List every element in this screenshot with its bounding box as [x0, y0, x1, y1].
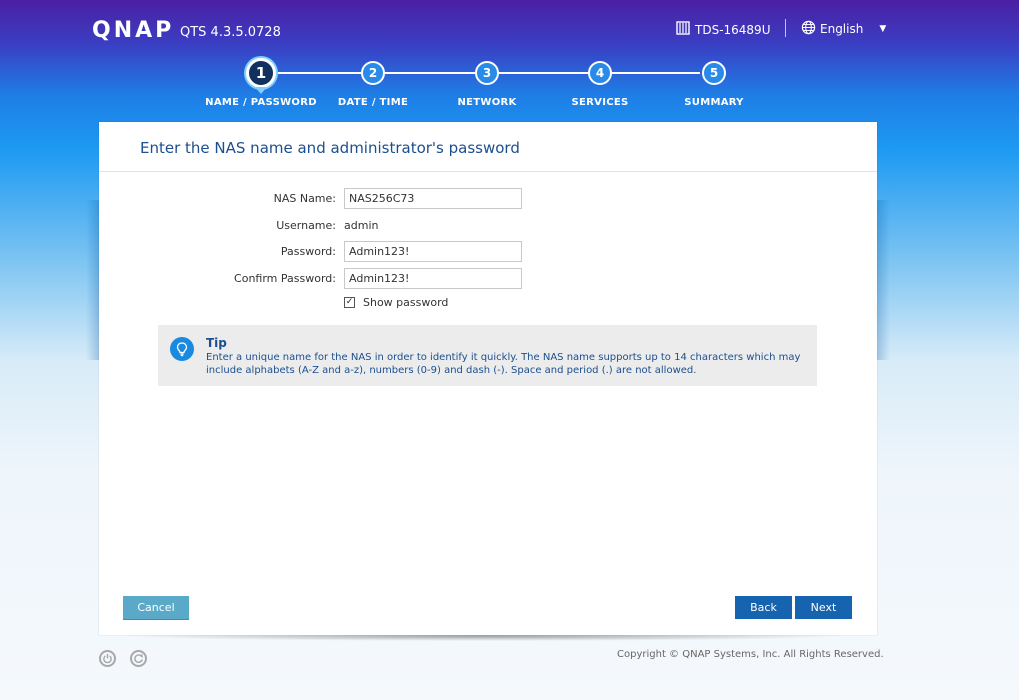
username-row: Username: admin [99, 214, 877, 236]
language-label: English [820, 22, 864, 36]
step-pointer-icon [255, 87, 267, 94]
step-network: 3 NETWORK [427, 61, 547, 108]
nas-name-row: NAS Name: [99, 187, 877, 209]
panel-side-shadow-left [86, 200, 99, 360]
cancel-button[interactable]: Cancel [123, 596, 189, 619]
step-number: 2 [361, 61, 385, 85]
nas-name-label: NAS Name: [273, 191, 336, 205]
tip-title: Tip [206, 336, 227, 350]
step-label: DATE / TIME [337, 97, 409, 108]
step-name-password: 1 NAME / PASSWORD [201, 58, 321, 108]
username-value: admin [344, 218, 379, 232]
step-label: NETWORK [457, 97, 517, 108]
nas-name-input[interactable] [344, 187, 522, 209]
copyright-text: Copyright © QNAP Systems, Inc. All Right… [617, 649, 884, 660]
refresh-icon[interactable] [130, 650, 147, 667]
show-password-checkbox[interactable]: ✓ [344, 297, 355, 308]
step-services: 4 SERVICES [540, 61, 660, 108]
header-divider [785, 19, 786, 37]
show-password-label: Show password [363, 296, 449, 309]
step-label: NAME / PASSWORD [205, 97, 317, 108]
confirm-password-input[interactable] [344, 267, 522, 289]
server-icon [676, 21, 690, 38]
step-summary: 5 SUMMARY [654, 61, 774, 108]
confirm-password-label: Confirm Password: [234, 271, 336, 285]
language-selector[interactable]: English ▼ [801, 20, 886, 38]
step-date-time: 2 DATE / TIME [313, 61, 433, 108]
wizard-panel: Enter the NAS name and administrator's p… [99, 122, 877, 635]
step-label: SUMMARY [684, 97, 744, 108]
username-label: Username: [276, 218, 336, 232]
next-button[interactable]: Next [795, 596, 852, 619]
firmware-version: QTS 4.3.5.0728 [180, 25, 281, 40]
back-button[interactable]: Back [735, 596, 792, 619]
device-info: TDS-16489U [676, 21, 770, 38]
tip-text: Enter a unique name for the NAS in order… [206, 352, 801, 376]
step-number: 1 [246, 58, 276, 88]
step-number: 3 [475, 61, 499, 85]
step-label: SERVICES [571, 97, 629, 108]
password-row: Password: [99, 240, 877, 262]
step-number: 5 [702, 61, 726, 85]
password-input[interactable] [344, 240, 522, 262]
lightbulb-icon [170, 337, 194, 361]
device-name: TDS-16489U [695, 22, 771, 37]
tip-box: Tip Enter a unique name for the NAS in o… [158, 325, 817, 386]
page-title: Enter the NAS name and administrator's p… [140, 139, 520, 157]
qnap-logo: QNAP [92, 18, 175, 43]
password-label: Password: [280, 244, 336, 258]
panel-side-shadow-right [877, 200, 890, 360]
step-number: 4 [588, 61, 612, 85]
confirm-password-row: Confirm Password: [99, 267, 877, 289]
globe-icon [801, 20, 816, 38]
show-password-toggle[interactable]: ✓ Show password [344, 296, 448, 309]
power-icon[interactable] [99, 650, 116, 667]
title-divider [99, 171, 877, 172]
chevron-down-icon: ▼ [879, 24, 887, 34]
